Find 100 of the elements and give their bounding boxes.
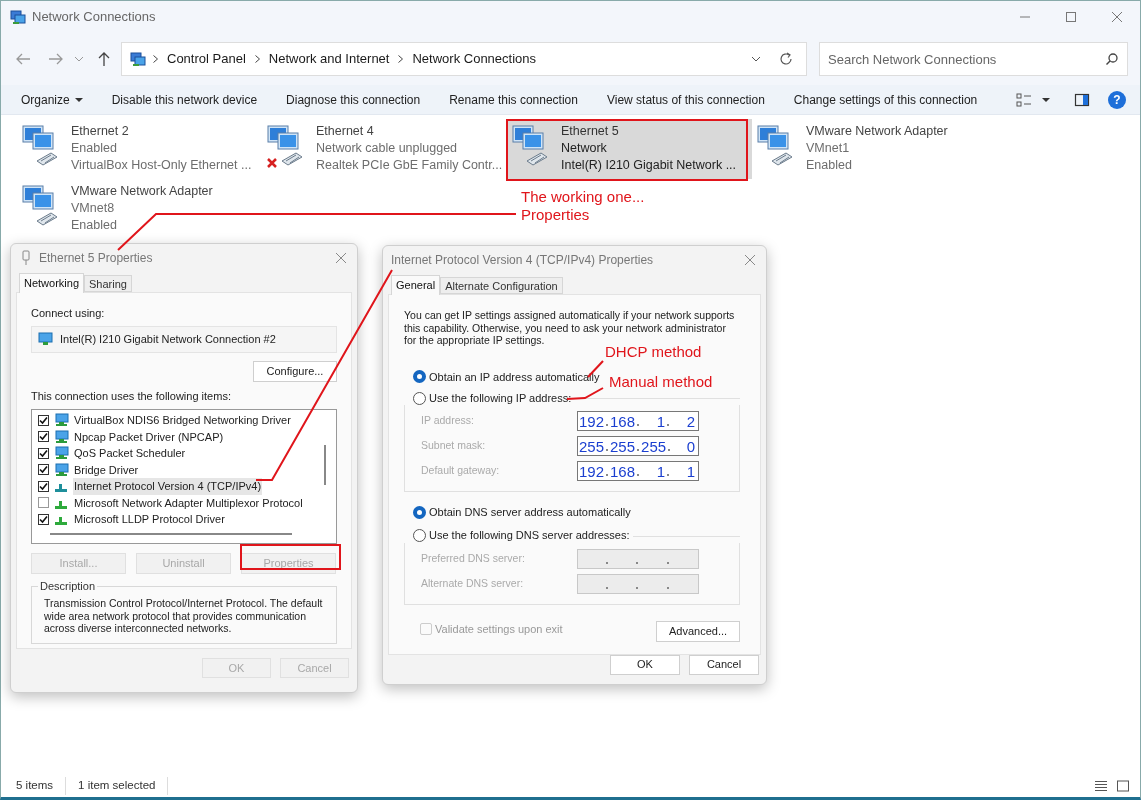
- network-service-icon: [53, 429, 69, 444]
- toolbar-command[interactable]: Diagnose this connection: [286, 90, 421, 109]
- breadcrumb-item[interactable]: Network and Internet: [268, 49, 390, 69]
- tab[interactable]: General: [391, 275, 441, 295]
- caret-down-icon[interactable]: [1042, 96, 1050, 103]
- checkbox-label: Validate settings upon exit: [435, 621, 563, 637]
- adapter-device: VirtualBox Host-Only Ethernet ...: [71, 157, 252, 174]
- network-service-icon: [53, 413, 69, 428]
- radio-button[interactable]: [413, 505, 426, 519]
- search-icon: [1105, 52, 1119, 66]
- caret-down-icon: [74, 96, 83, 103]
- adapter-status: Enabled: [71, 140, 118, 157]
- adapter-device: Enabled: [71, 217, 118, 234]
- adapter-name: Ethernet 4: [316, 123, 375, 140]
- selection-count: 1 item selected: [66, 777, 169, 795]
- network-folder-icon: [130, 51, 146, 67]
- checkbox[interactable]: [38, 480, 49, 492]
- dialog-button[interactable]: Advanced...: [656, 620, 740, 642]
- annotation-label: The working one...: [521, 188, 645, 206]
- tab[interactable]: Sharing: [84, 275, 132, 292]
- field-label: IP address:: [421, 413, 474, 429]
- chevron-right-icon: [254, 55, 260, 63]
- list-item[interactable]: Bridge Driver: [73, 461, 140, 478]
- close-icon[interactable]: [744, 254, 756, 266]
- adapter-status: VMnet8: [71, 200, 116, 217]
- adapter-device: Intel(R) I210 Gigabit Network ...: [561, 157, 737, 174]
- field-label: Default gateway:: [421, 463, 500, 479]
- search-input[interactable]: Search Network Connections: [828, 43, 1105, 75]
- list-item[interactable]: QoS Packet Scheduler: [73, 445, 187, 462]
- chevron-right-icon: [398, 55, 404, 63]
- adapter-name: VMware Network Adapter: [71, 183, 213, 200]
- breadcrumb-item[interactable]: Control Panel: [167, 49, 246, 69]
- large-icons-view-icon[interactable]: [1116, 780, 1130, 792]
- radio-button[interactable]: [413, 370, 426, 384]
- adapter-tile[interactable]: Ethernet 4 Network cable unplugged Realtek PCIe GbE Family Contr...: [262, 119, 507, 179]
- field-label: Connect using:: [31, 306, 106, 321]
- network-folder-icon: [10, 9, 26, 25]
- radio-label: Obtain DNS server address automatically: [429, 505, 631, 520]
- list-item[interactable]: Internet Protocol Version 4 (TCP/IPv4): [73, 478, 263, 495]
- chevron-right-icon: [153, 55, 158, 63]
- adapter-name: VMware Network Adapter: [806, 123, 948, 140]
- checkbox[interactable]: [38, 513, 49, 525]
- dialog-button[interactable]: Cancel: [689, 654, 759, 675]
- list-item[interactable]: VirtualBox NDIS6 Bridged Networking Driver: [73, 412, 292, 429]
- annotation-label: Manual method: [609, 372, 713, 392]
- checkbox[interactable]: [38, 497, 49, 509]
- breadcrumb-item[interactable]: Network Connections: [412, 49, 537, 69]
- preview-pane-icon[interactable]: [1074, 92, 1090, 107]
- item-count: 5 items: [16, 777, 67, 795]
- adapter-tile[interactable]: Ethernet 5 Network Intel(R) I210 Gigabit Network ...: [507, 119, 752, 179]
- description-text: Transmission Control Protocol/Internet Protocol. The default wide area network protocol that provides communication across diverse interconnected networks.: [44, 597, 324, 635]
- radio-button[interactable]: [413, 529, 426, 542]
- address-bar[interactable]: Control Panel Network and Internet Network Connections: [121, 42, 807, 76]
- checkbox[interactable]: [38, 414, 49, 426]
- adapter-tile[interactable]: VMware Network Adapter VMnet8 Enabled: [17, 179, 262, 239]
- adapter-display: Intel(R) I210 Gigabit Network Connection #2: [31, 325, 337, 353]
- radio-button[interactable]: [413, 391, 426, 405]
- dialog-button[interactable]: OK: [610, 654, 680, 675]
- adapter-status: Network: [561, 140, 608, 157]
- network-service-icon: [53, 462, 69, 477]
- list-item[interactable]: Npcap Packet Driver (NPCAP): [73, 428, 225, 445]
- network-service-icon: [53, 446, 69, 461]
- dialog-button[interactable]: Configure...: [253, 360, 337, 382]
- adapter-device: Enabled: [806, 157, 853, 174]
- list-item[interactable]: Microsoft Network Adapter Multiplexor Protocol: [73, 494, 304, 511]
- dialog-title: Ethernet 5 Properties: [39, 250, 153, 267]
- checkbox[interactable]: [38, 464, 49, 476]
- details-view-icon[interactable]: [1094, 780, 1108, 792]
- tab[interactable]: Networking: [19, 273, 85, 293]
- radio-label: Use the following IP address:: [429, 390, 572, 406]
- checkbox[interactable]: [38, 431, 49, 443]
- toolbar-command[interactable]: Rename this connection: [449, 90, 578, 109]
- adapter-status: Network cable unplugged: [316, 140, 459, 157]
- toolbar-command[interactable]: Disable this network device: [111, 90, 258, 109]
- field-label: Preferred DNS server:: [421, 550, 525, 566]
- adapter-name: Ethernet 2: [71, 123, 130, 140]
- scrollbar-thumb[interactable]: [324, 445, 326, 485]
- adapter-tile[interactable]: VMware Network Adapter VMnet1 Enabled: [752, 119, 997, 179]
- adapter-status: VMnet1: [806, 140, 851, 157]
- radio-label: Obtain an IP address automatically: [429, 369, 600, 385]
- list-item[interactable]: Microsoft LLDP Protocol Driver: [73, 511, 226, 528]
- plug-icon: [21, 250, 31, 266]
- network-adapter-icon: [38, 332, 54, 346]
- adapter-device: Realtek PCIe GbE Family Contr...: [316, 157, 503, 174]
- dialog-title: Internet Protocol Version 4 (TCP/IPv4) Properties: [391, 252, 654, 269]
- toolbar-command[interactable]: Change settings of this connection: [793, 90, 978, 109]
- close-icon[interactable]: [335, 252, 347, 264]
- field-label: Subnet mask:: [421, 438, 486, 454]
- field-label: This connection uses the following items:: [31, 388, 232, 404]
- help-icon[interactable]: ?: [1108, 90, 1126, 109]
- scrollbar-thumb[interactable]: [50, 533, 292, 535]
- checkbox[interactable]: [38, 447, 49, 459]
- tab[interactable]: Alternate Configuration: [440, 277, 563, 294]
- adapter-tile[interactable]: Ethernet 2 Enabled VirtualBox Host-Only Ethernet ...: [17, 119, 262, 179]
- toolbar-command[interactable]: View status of this connection: [606, 90, 765, 109]
- organize-menu[interactable]: Organize: [21, 90, 83, 109]
- view-options-icon[interactable]: [1016, 91, 1032, 108]
- radio-label: Use the following DNS server addresses:: [429, 528, 630, 544]
- search-field[interactable]: Search Network Connections: [819, 42, 1128, 76]
- refresh-icon[interactable]: [778, 51, 794, 67]
